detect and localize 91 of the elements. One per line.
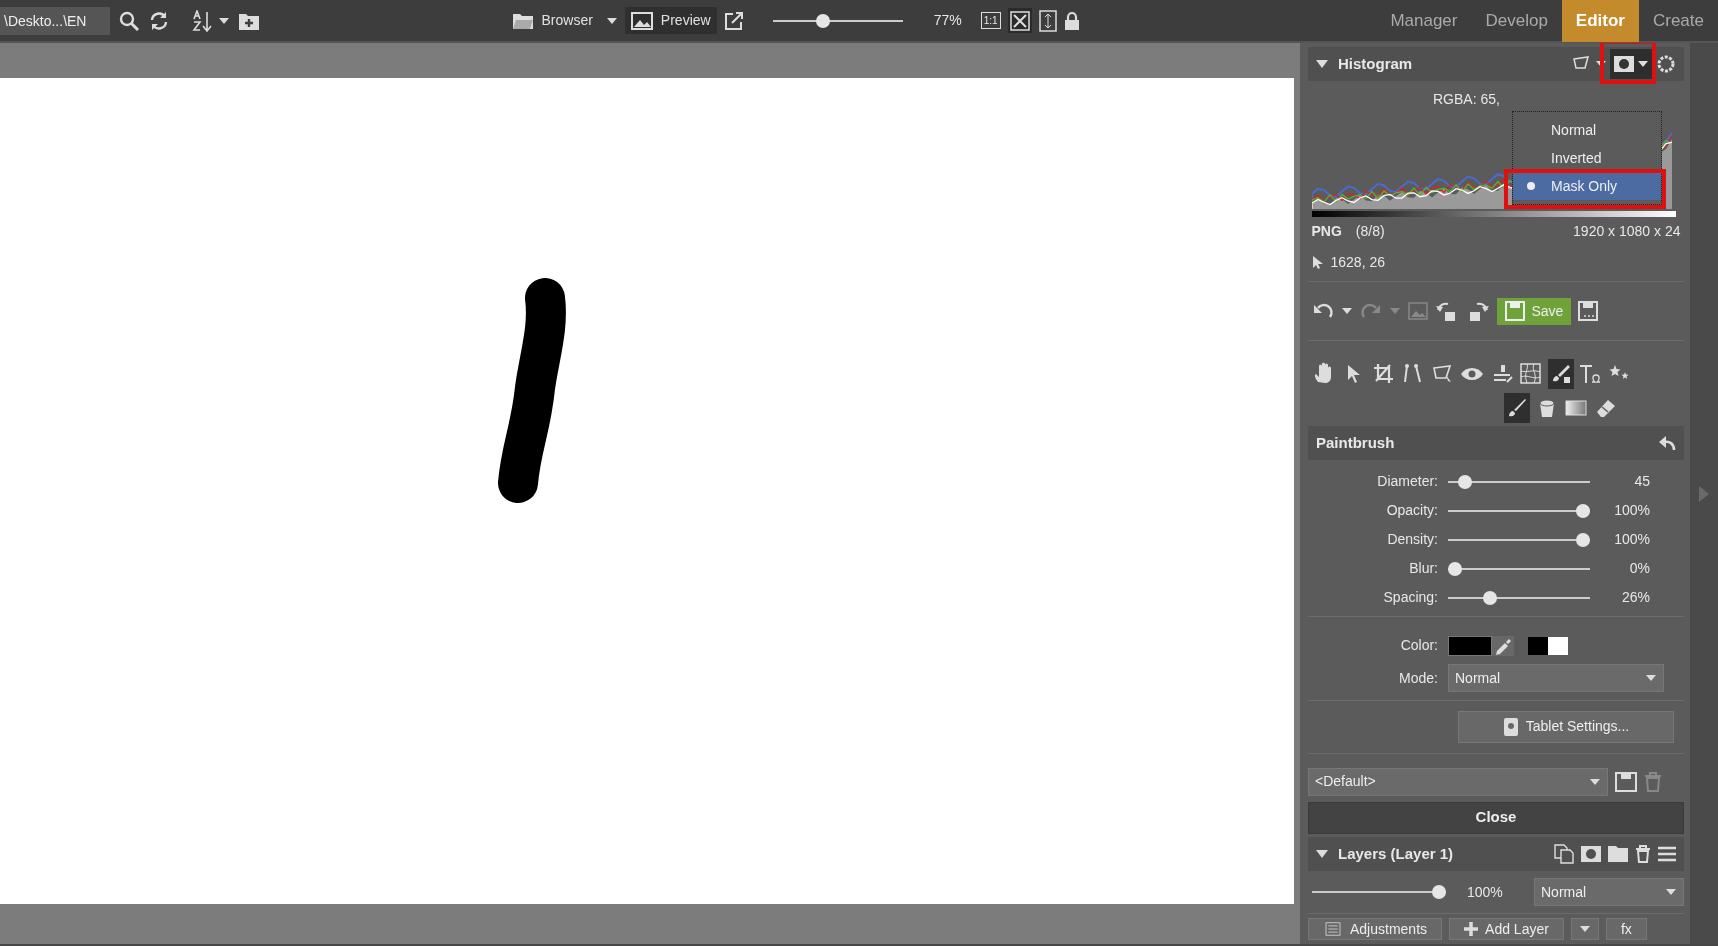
- module-tab[interactable]: Create: [1638, 0, 1718, 42]
- trash-icon[interactable]: [1635, 845, 1651, 863]
- folder-icon: [511, 11, 534, 30]
- slider-value: 0%: [1628, 559, 1650, 578]
- dropdown-button[interactable]: [1570, 918, 1599, 940]
- slider-label: Blur:: [1408, 559, 1439, 578]
- bullet-icon: [1527, 182, 1535, 190]
- mask-view-button[interactable]: [1610, 49, 1653, 79]
- slider-thumb[interactable]: [1432, 885, 1446, 899]
- highlight-frame: [1600, 43, 1656, 84]
- warp-icon: [1519, 362, 1543, 386]
- menu-item[interactable]: Inverted: [1513, 144, 1661, 172]
- mode-dropdown[interactable]: Normal: [1448, 664, 1664, 692]
- slider-value: 45: [1633, 472, 1650, 491]
- tool-button[interactable]: [1504, 392, 1530, 423]
- file-format: PNG: [1311, 221, 1342, 241]
- image-icon: [630, 11, 653, 30]
- tablet-icon: [1502, 716, 1519, 737]
- collapse-icon[interactable]: [1316, 59, 1328, 69]
- reset-icon[interactable]: [1658, 435, 1676, 451]
- slider-label: Opacity:: [1385, 501, 1439, 520]
- plus-icon: [1464, 922, 1479, 936]
- adjustments-button[interactable]: Adjustments: [1308, 918, 1443, 940]
- mask-icon: [1613, 56, 1634, 72]
- sliders-icon: [1323, 922, 1343, 936]
- slider-thumb[interactable]: [815, 13, 830, 28]
- trash-icon: [1644, 771, 1662, 792]
- slider-value: 100%: [1613, 530, 1650, 549]
- floppy-icon[interactable]: [1615, 771, 1637, 792]
- color-swatch[interactable]: [1448, 635, 1492, 656]
- cursor-position: 1628, 26: [1330, 252, 1385, 272]
- text-icon: [1578, 362, 1602, 386]
- menu-item[interactable]: Mask Only: [1513, 172, 1661, 200]
- slider-thumb[interactable]: [1458, 474, 1473, 489]
- zoom-reading: 77%: [933, 11, 962, 30]
- cursor-icon: [1311, 255, 1324, 269]
- menu-icon[interactable]: [1658, 846, 1676, 862]
- path-field[interactable]: \Deskto...\EN: [0, 6, 110, 35]
- rgba-reading: RGBA: 65,: [1433, 90, 1500, 109]
- tablet-settings-button[interactable]: Tablet Settings...: [1458, 710, 1674, 743]
- add-layer-button[interactable]: Add Layer: [1449, 918, 1564, 940]
- panel-title: Layers (Layer 1): [1338, 843, 1454, 864]
- module-tab[interactable]: Editor: [1561, 0, 1639, 42]
- save-as-icon[interactable]: [1578, 301, 1599, 321]
- effects-button[interactable]: fx: [1605, 918, 1647, 940]
- slider-value: 100%: [1613, 501, 1650, 520]
- slider-label: Spacing:: [1382, 588, 1439, 607]
- menu-item[interactable]: Normal: [1513, 116, 1661, 144]
- module-tab[interactable]: Manager: [1376, 0, 1472, 42]
- save-button[interactable]: Save: [1496, 297, 1572, 325]
- slider-thumb[interactable]: [1576, 532, 1590, 547]
- view-button[interactable]: Browser: [505, 7, 599, 34]
- slider-label: Density:: [1386, 530, 1439, 549]
- mode-label: Mode:: [1398, 668, 1439, 688]
- floppy-icon: [1504, 301, 1525, 321]
- default-colors-icon[interactable]: [1528, 636, 1568, 655]
- preset-dropdown[interactable]: <Default>: [1308, 767, 1608, 796]
- fit-button[interactable]: [1007, 7, 1032, 34]
- lock-icon[interactable]: [1063, 10, 1080, 31]
- external-link-icon[interactable]: [723, 10, 744, 31]
- blend-dropdown[interactable]: Normal: [1534, 878, 1684, 906]
- collapse-icon[interactable]: [1316, 849, 1328, 859]
- module-tab[interactable]: Develop: [1471, 0, 1562, 42]
- bit-depth: (8/8): [1355, 221, 1385, 241]
- view-button[interactable]: Preview: [624, 7, 717, 34]
- fit-screen-icon: [1009, 11, 1030, 32]
- slider-thumb[interactable]: [1576, 503, 1590, 518]
- slider-thumb[interactable]: [1482, 590, 1497, 605]
- slider-label: Diameter:: [1376, 472, 1439, 491]
- crop-icon: [1371, 362, 1396, 386]
- eyedropper-icon[interactable]: [1492, 635, 1514, 656]
- panel-title: Histogram: [1338, 53, 1413, 74]
- tool-button[interactable]: [1547, 359, 1574, 389]
- image-dimensions: 1920 x 1080 x 24: [1573, 221, 1681, 241]
- slider-thumb[interactable]: [1448, 561, 1462, 576]
- panel-title: Paintbrush: [1316, 432, 1395, 453]
- actual-size-button[interactable]: 1:1: [980, 12, 1001, 29]
- settings-icon[interactable]: [1656, 54, 1676, 74]
- refresh-icon[interactable]: [148, 9, 170, 32]
- opacity-value: 100%: [1467, 882, 1503, 902]
- folder-icon[interactable]: [1608, 846, 1628, 862]
- close-button[interactable]: Close: [1308, 801, 1684, 834]
- color-label: Color:: [1399, 636, 1439, 655]
- slider-value: 26%: [1620, 588, 1650, 607]
- fit-height-icon[interactable]: [1038, 9, 1057, 32]
- search-icon[interactable]: [118, 9, 140, 32]
- image-icon: [1407, 302, 1428, 320]
- duplicate-icon[interactable]: [1554, 844, 1574, 864]
- perspective-icon[interactable]: [1573, 56, 1591, 72]
- sort-icon[interactable]: [192, 9, 214, 32]
- mask-icon[interactable]: [1581, 846, 1601, 862]
